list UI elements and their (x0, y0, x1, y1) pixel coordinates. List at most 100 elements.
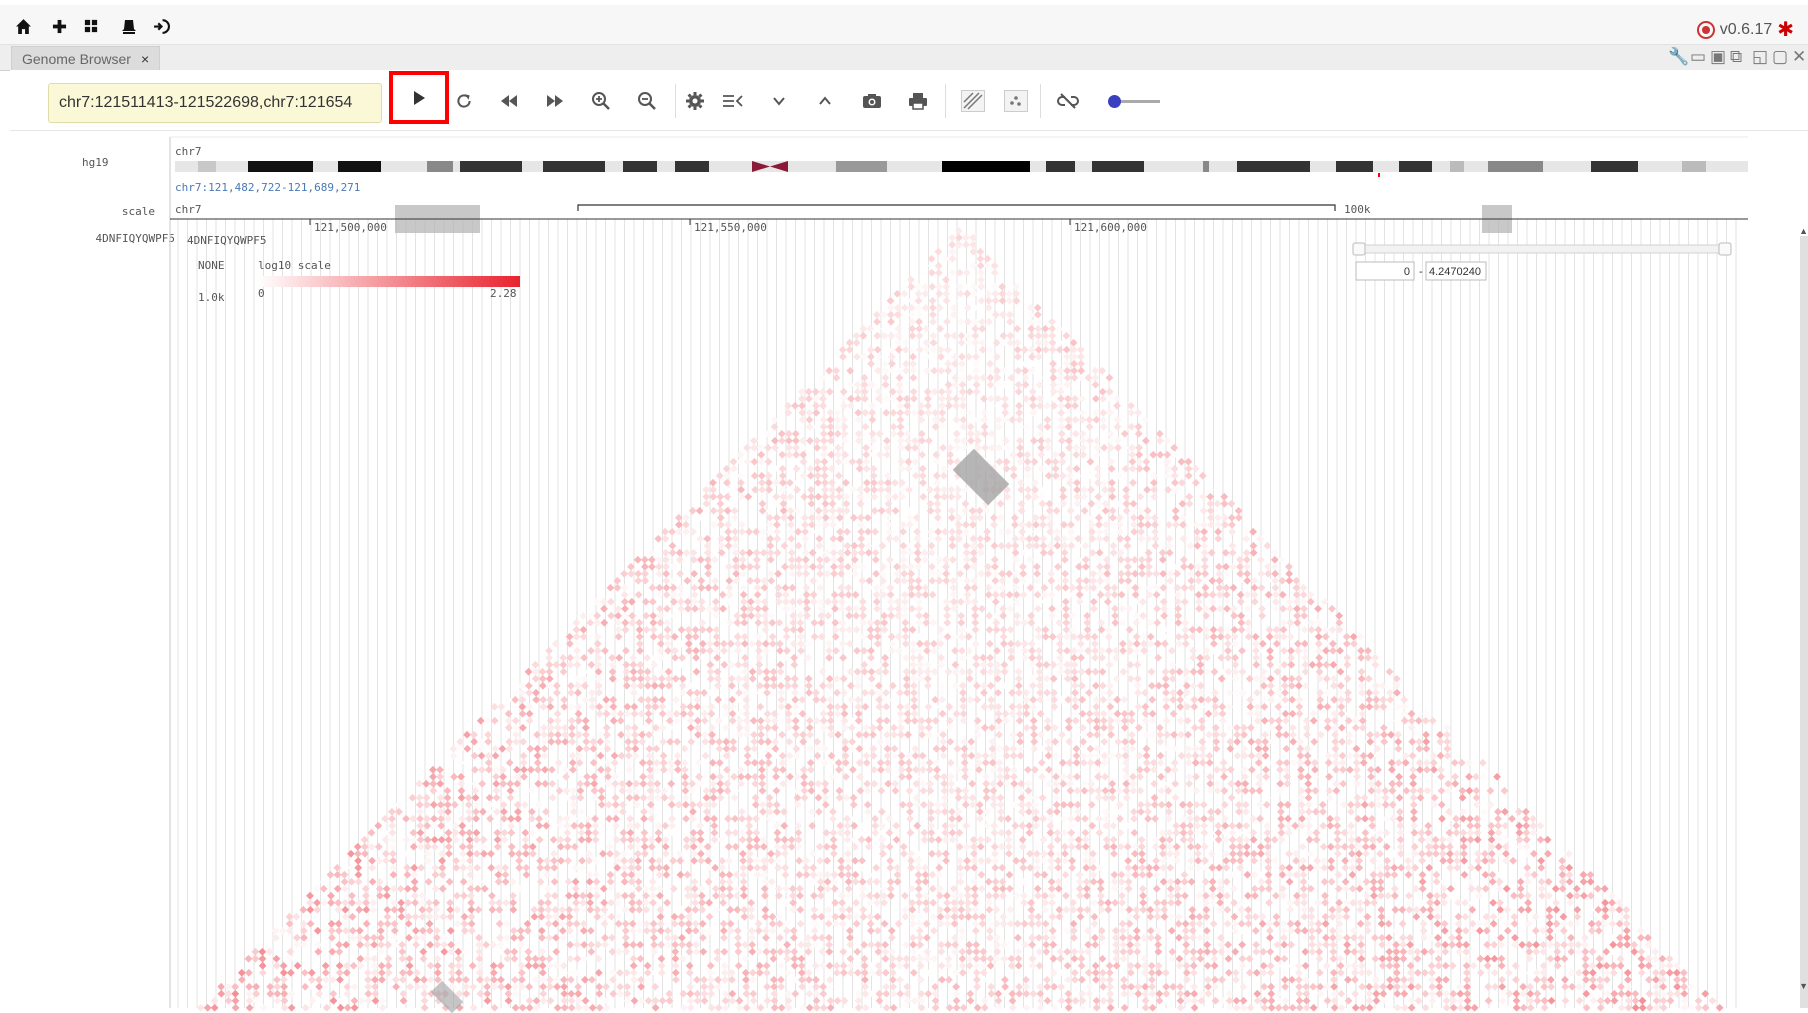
contact-cell (878, 807, 886, 816)
contact-cell (862, 457, 871, 466)
expand-up-button[interactable] (812, 88, 838, 114)
contact-cell (1465, 786, 1474, 795)
wrench-icon[interactable]: 🔧 (1668, 47, 1689, 67)
contact-cell (1001, 408, 1010, 417)
contact-cell (791, 401, 799, 410)
contact-cell (1014, 674, 1023, 683)
contact-cell (1084, 646, 1092, 655)
contact-cell (531, 667, 540, 676)
home-icon[interactable] (12, 15, 34, 37)
play-button[interactable] (389, 71, 449, 124)
puzzle-icon[interactable]: ✱ (1777, 17, 1794, 42)
settings-button[interactable] (682, 88, 708, 114)
pin-icon[interactable]: ▭ (1690, 47, 1706, 67)
contact-cell (1063, 373, 1072, 382)
stripes-icon (961, 90, 985, 112)
contact-cell (955, 233, 963, 242)
contact-cell (915, 345, 924, 354)
contact-cell (1108, 492, 1117, 501)
collapse-down-button[interactable] (766, 88, 792, 114)
track-canvas[interactable]: chr7 chr7:121,482,722-121,689,271 chr7 1… (10, 131, 1808, 1013)
screenshot-button[interactable] (859, 88, 885, 114)
contact-cell (637, 723, 646, 732)
contact-cell (840, 723, 849, 732)
contact-cell (1256, 842, 1265, 851)
contact-cell (856, 786, 865, 795)
contact-cell (911, 436, 919, 445)
contact-cell (1356, 632, 1365, 641)
refresh-button[interactable] (451, 88, 477, 114)
contact-cell (880, 331, 889, 340)
contact-cell (463, 730, 471, 739)
zoom-in-button[interactable] (588, 88, 614, 114)
stripes-toggle-button[interactable] (960, 88, 986, 114)
contact-cell (761, 618, 770, 627)
contact-cell (581, 723, 590, 732)
contact-cell (829, 548, 838, 557)
contact-cell (1442, 723, 1451, 732)
print-button[interactable] (905, 88, 931, 114)
logout-icon[interactable] (150, 15, 172, 37)
zoom-out-button[interactable] (634, 88, 660, 114)
restore-icon[interactable]: ◱ (1752, 47, 1768, 67)
track-list-button[interactable] (720, 88, 746, 114)
copy-icon[interactable]: ⧉ (1730, 47, 1742, 67)
hic-contact-heatmap[interactable] (196, 226, 1724, 1012)
dots-toggle-button[interactable] (1003, 88, 1029, 114)
contact-cell (1315, 653, 1324, 662)
contact-cell (987, 702, 996, 711)
contact-cell (614, 632, 623, 641)
close-icon[interactable]: ✕ (1792, 47, 1806, 67)
contact-cell (945, 702, 954, 711)
contact-cell (1019, 856, 1028, 865)
contact-cell (1087, 779, 1096, 788)
bell-icon[interactable] (118, 15, 140, 37)
unlink-button[interactable] (1055, 88, 1081, 114)
save-icon[interactable]: ▣ (1710, 47, 1726, 67)
contact-cell (1056, 380, 1065, 389)
contact-cell (1072, 751, 1081, 760)
chromosome-ideogram[interactable] (175, 161, 1748, 172)
rewind-button[interactable] (496, 88, 522, 114)
contact-cell (540, 730, 548, 739)
contact-cell (538, 674, 547, 683)
grid-icon[interactable] (80, 15, 102, 37)
maximize-icon[interactable]: ▢ (1772, 47, 1788, 67)
contact-cell (835, 786, 844, 795)
contact-cell (740, 604, 748, 613)
contact-cell (1077, 352, 1085, 361)
contact-cell (1049, 359, 1057, 368)
contact-cell (1170, 471, 1179, 480)
tab-genome-browser[interactable]: Genome Browser × (11, 46, 161, 70)
contact-cell (1128, 443, 1137, 452)
contact-cell (871, 527, 880, 536)
contact-cell (593, 618, 602, 627)
contact-cell (914, 856, 923, 865)
contact-cell (800, 492, 809, 501)
contact-cell (627, 597, 636, 606)
contact-cell (886, 296, 895, 305)
contact-cell (697, 856, 706, 865)
contact-cell (811, 387, 820, 396)
zoom-slider-handle[interactable] (1107, 95, 1121, 108)
contact-cell (1201, 590, 1210, 599)
contact-cell (1136, 800, 1145, 809)
locus-input[interactable]: chr7:121511413-121522698,chr7:121654 (48, 83, 382, 123)
tab-close-icon[interactable]: × (141, 51, 149, 67)
contact-cell (1388, 786, 1397, 795)
contact-cell (1111, 611, 1120, 620)
fast-forward-button[interactable] (542, 88, 568, 114)
contact-cell (1252, 674, 1261, 683)
contact-cell (830, 562, 838, 571)
contact-cell (805, 422, 814, 431)
contact-cell (1231, 674, 1240, 683)
contact-cell (1034, 317, 1042, 326)
contact-cell (584, 835, 593, 844)
contact-cell (784, 401, 792, 410)
contact-cell (1285, 576, 1294, 585)
plus-icon[interactable] (48, 15, 70, 37)
contact-cell (1108, 779, 1117, 788)
contact-cell (977, 275, 985, 284)
contact-cell (1186, 821, 1195, 830)
contact-cell (388, 814, 396, 823)
